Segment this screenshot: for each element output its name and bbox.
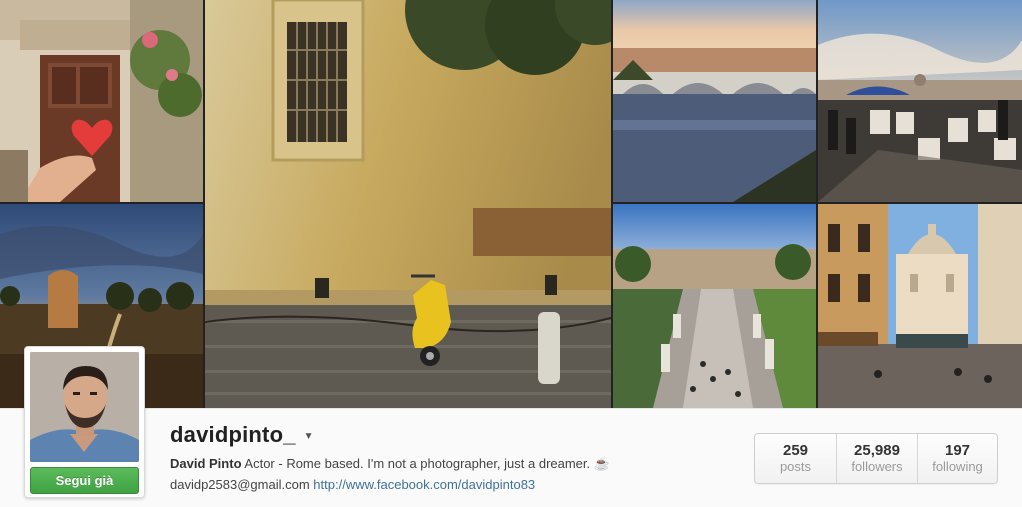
avatar[interactable] <box>30 352 139 462</box>
profile-stats: 259 posts 25,989 followers 197 following <box>754 433 998 484</box>
caret-down-icon[interactable]: ▼ <box>304 431 314 442</box>
photo-tile-square-painters[interactable] <box>818 0 1022 202</box>
posts-label: posts <box>779 459 812 474</box>
cover-photo-mosaic <box>0 0 1022 408</box>
follow-button[interactable]: Segui già <box>30 467 139 494</box>
stat-followers[interactable]: 25,989 followers <box>836 434 917 483</box>
contact-info: davidp2583@gmail.com http://www.facebook… <box>170 476 730 494</box>
full-name: David Pinto <box>170 456 242 471</box>
username-row: davidpinto_ ▼ <box>170 420 730 450</box>
bio: David Pinto Actor - Rome based. I'm not … <box>170 455 730 473</box>
photo-tile-yellow-wall-vespa[interactable] <box>205 0 611 408</box>
profile-avatar-card: Segui già <box>24 346 145 498</box>
followers-count: 25,989 <box>854 442 900 459</box>
website-link[interactable]: http://www.facebook.com/davidpinto83 <box>313 477 535 492</box>
stat-posts[interactable]: 259 posts <box>755 434 836 483</box>
bio-text: Actor - Rome based. I'm not a photograph… <box>244 456 610 471</box>
stat-following[interactable]: 197 following <box>917 434 997 483</box>
photo-tile-bridge-of-angels[interactable] <box>613 204 816 408</box>
profile-info: davidpinto_ ▼ David Pinto Actor - Rome b… <box>170 420 730 494</box>
posts-count: 259 <box>782 442 809 459</box>
email-text: davidp2583@gmail.com <box>170 477 310 492</box>
following-label: following <box>932 459 983 474</box>
photo-tile-river-bridge[interactable] <box>613 0 816 202</box>
username: davidpinto_ <box>170 422 296 447</box>
followers-label: followers <box>851 459 903 474</box>
photo-tile-doorway-heart[interactable] <box>0 0 203 202</box>
following-count: 197 <box>944 442 971 459</box>
photo-tile-church-street[interactable] <box>818 204 1022 408</box>
